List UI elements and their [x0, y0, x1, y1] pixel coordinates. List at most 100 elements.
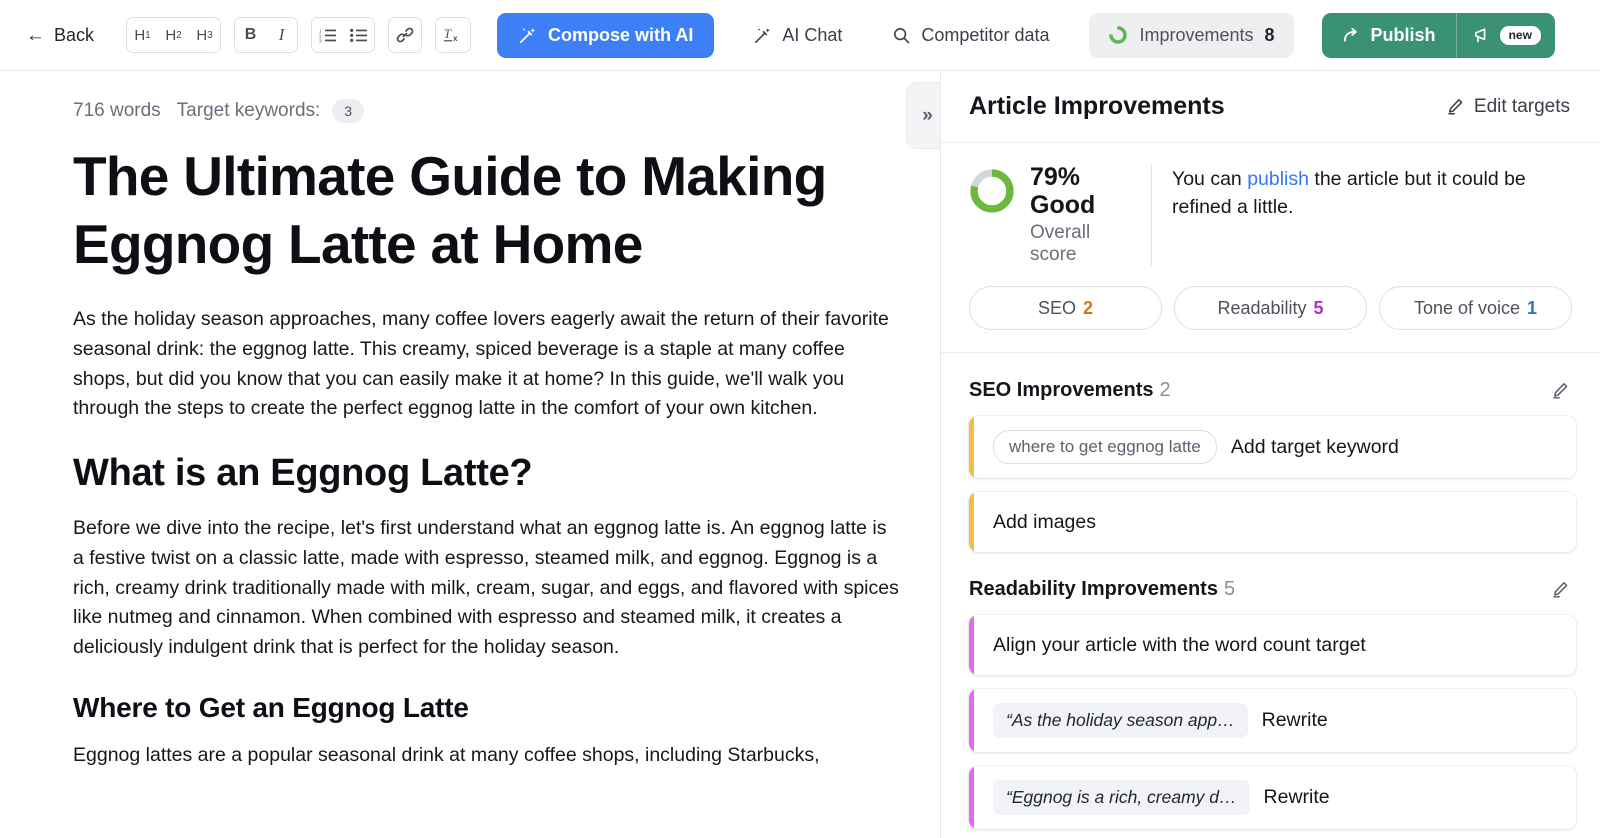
chip-readability-count: 5 — [1313, 297, 1324, 318]
edit-targets-button[interactable]: Edit targets — [1446, 96, 1570, 118]
ai-sparkle-icon — [755, 27, 771, 43]
seo-improvements-title-text: SEO Improvements — [969, 379, 1154, 401]
improvement-rewrite-2[interactable]: “Eggnog is a rich, creamy d… Rewrite — [969, 766, 1576, 829]
chip-seo[interactable]: SEO 2 — [969, 286, 1162, 330]
article-paragraph-1[interactable]: As the holiday season approaches, many c… — [73, 305, 900, 424]
chip-readability[interactable]: Readability 5 — [1174, 286, 1367, 330]
target-keywords-count[interactable]: 3 — [332, 99, 365, 123]
h2-button[interactable]: H2 — [158, 18, 190, 52]
competitor-data-label: Competitor data — [921, 24, 1050, 45]
publish-label: Publish — [1370, 24, 1436, 45]
back-button[interactable]: ← Back — [22, 19, 98, 52]
editor-meta-row: 716 words Target keywords: 3 — [73, 99, 900, 123]
compose-with-ai-button[interactable]: Compose with AI — [497, 12, 715, 58]
improvement-add-target-keyword[interactable]: where to get eggnog latte Add target keyw… — [969, 416, 1576, 478]
improvement-word-count-target[interactable]: Align your article with the word count t… — [969, 615, 1576, 675]
publish-link[interactable]: publish — [1247, 168, 1309, 190]
ordered-list-icon: 1 2 3 — [319, 28, 337, 43]
whats-new-button[interactable]: new — [1455, 12, 1555, 58]
h2-subscript: 2 — [176, 29, 182, 41]
improvement-add-target-keyword-label: Add target keyword — [1230, 435, 1399, 458]
seo-improvements-title: SEO Improvements 2 — [969, 379, 1171, 402]
top-toolbar: ← Back H1 H2 H3 B I 1 2 3 T x Compose wi… — [0, 0, 1600, 71]
h3-subscript: 3 — [207, 29, 213, 41]
panel-header: Article Improvements Edit targets — [941, 71, 1600, 143]
seo-improvements-list: where to get eggnog latte Add target keyw… — [941, 416, 1600, 552]
improvements-label: Improvements — [1139, 24, 1254, 45]
readability-improvements-title: Readability Improvements 5 — [969, 578, 1235, 601]
word-count: 716 words — [73, 100, 161, 121]
score-sublabel: Overall score — [1030, 222, 1091, 265]
bullet-list-icon — [350, 28, 368, 42]
italic-button[interactable]: I — [266, 18, 298, 52]
article-paragraph-2[interactable]: Before we dive into the recipe, let's fi… — [73, 514, 900, 662]
article-editor[interactable]: 716 words Target keywords: 3 The Ultimat… — [0, 71, 940, 838]
readability-improvements-header: Readability Improvements 5 — [941, 552, 1600, 601]
svg-text:x: x — [453, 34, 458, 43]
chip-tone[interactable]: Tone of voice 1 — [1379, 286, 1572, 330]
improvement-rewrite-2-label: Rewrite — [1263, 786, 1330, 808]
panel-title: Article Improvements — [969, 92, 1225, 120]
competitor-data-button[interactable]: Competitor data — [882, 17, 1059, 54]
bold-button[interactable]: B — [235, 18, 267, 52]
search-icon — [894, 27, 910, 43]
score-row: 79% Good Overall score You can publish t… — [969, 163, 1572, 266]
h3-button[interactable]: H3 — [189, 18, 221, 52]
chip-seo-count: 2 — [1083, 297, 1094, 318]
h1-subscript: 1 — [145, 29, 151, 41]
pencil-icon — [1553, 382, 1568, 399]
card-body: “Eggnog is a rich, creamy d… Rewrite — [974, 766, 1348, 829]
svg-text:3: 3 — [319, 38, 322, 42]
improvement-add-target-keyword-pill: where to get eggnog latte — [993, 430, 1217, 464]
score-chips: SEO 2 Readability 5 Tone of voice 1 — [969, 286, 1572, 352]
score-message-before: You can — [1172, 168, 1248, 190]
page-title[interactable]: The Ultimate Guide to Making Eggnog Latt… — [73, 143, 900, 278]
link-tool-group — [388, 17, 423, 53]
improvement-add-images[interactable]: Add images — [969, 492, 1576, 552]
readability-improvements-list: Align your article with the word count t… — [941, 615, 1600, 829]
edit-targets-label: Edit targets — [1473, 95, 1570, 117]
seo-improvements-edit-button[interactable] — [1551, 381, 1570, 400]
chip-seo-label: SEO — [1037, 297, 1076, 318]
article-paragraph-3[interactable]: Eggnog lattes are a popular seasonal dri… — [73, 741, 900, 771]
chevron-double-right-icon: » — [922, 104, 933, 126]
clear-formatting-button[interactable]: T x — [436, 18, 471, 52]
improvement-sections: SEO Improvements 2 where to get eggnog lat… — [941, 353, 1600, 829]
chip-tone-count: 1 — [1527, 297, 1538, 318]
card-body: where to get eggnog latte Add target keyw… — [974, 416, 1417, 478]
publish-button[interactable]: Publish — [1322, 13, 1456, 58]
improvements-toggle-button[interactable]: Improvements 8 — [1089, 12, 1294, 58]
chip-tone-label: Tone of voice — [1413, 297, 1521, 318]
ai-chat-button[interactable]: AI Chat — [743, 17, 852, 54]
new-badge: new — [1499, 25, 1541, 45]
ai-chat-label: AI Chat — [782, 24, 843, 45]
improvement-rewrite-1[interactable]: “As the holiday season app… Rewrite — [969, 689, 1576, 752]
h1-button[interactable]: H1 — [127, 18, 159, 52]
chip-readability-label: Readability — [1217, 297, 1307, 318]
overall-score-donut — [970, 169, 1014, 213]
ordered-list-button[interactable]: 1 2 3 — [312, 18, 344, 52]
score-percent: 79% Good — [1030, 163, 1096, 219]
publish-group: Publish new — [1321, 12, 1555, 58]
readability-improvements-title-text: Readability Improvements — [969, 578, 1218, 600]
score-ring-icon — [1109, 26, 1128, 44]
improvement-word-count-target-label: Align your article with the word count t… — [993, 633, 1366, 656]
improvement-add-images-label: Add images — [993, 510, 1096, 533]
link-button[interactable] — [389, 18, 422, 52]
magic-wand-icon — [520, 27, 536, 43]
megaphone-icon — [1474, 27, 1485, 42]
readability-improvements-edit-button[interactable] — [1551, 580, 1570, 599]
format-tool-group: B I — [234, 17, 299, 53]
bullet-list-button[interactable] — [343, 18, 375, 52]
clear-formatting-icon: T x — [443, 27, 458, 43]
improvement-rewrite-2-pill: “Eggnog is a rich, creamy d… — [993, 780, 1250, 815]
readability-improvements-count: 5 — [1223, 578, 1236, 600]
overall-score-block: 79% Good Overall score You can publish t… — [941, 143, 1600, 352]
article-improvements-panel: Article Improvements Edit targets 79% Go… — [940, 71, 1600, 838]
article-heading-3[interactable]: Where to Get an Eggnog Latte — [73, 690, 900, 725]
seo-improvements-count: 2 — [1159, 379, 1171, 401]
article-heading-2[interactable]: What is an Eggnog Latte? — [73, 450, 900, 498]
card-body: “As the holiday season app… Rewrite — [974, 689, 1346, 752]
link-icon — [396, 27, 414, 43]
arrow-left-icon: ← — [26, 24, 45, 46]
